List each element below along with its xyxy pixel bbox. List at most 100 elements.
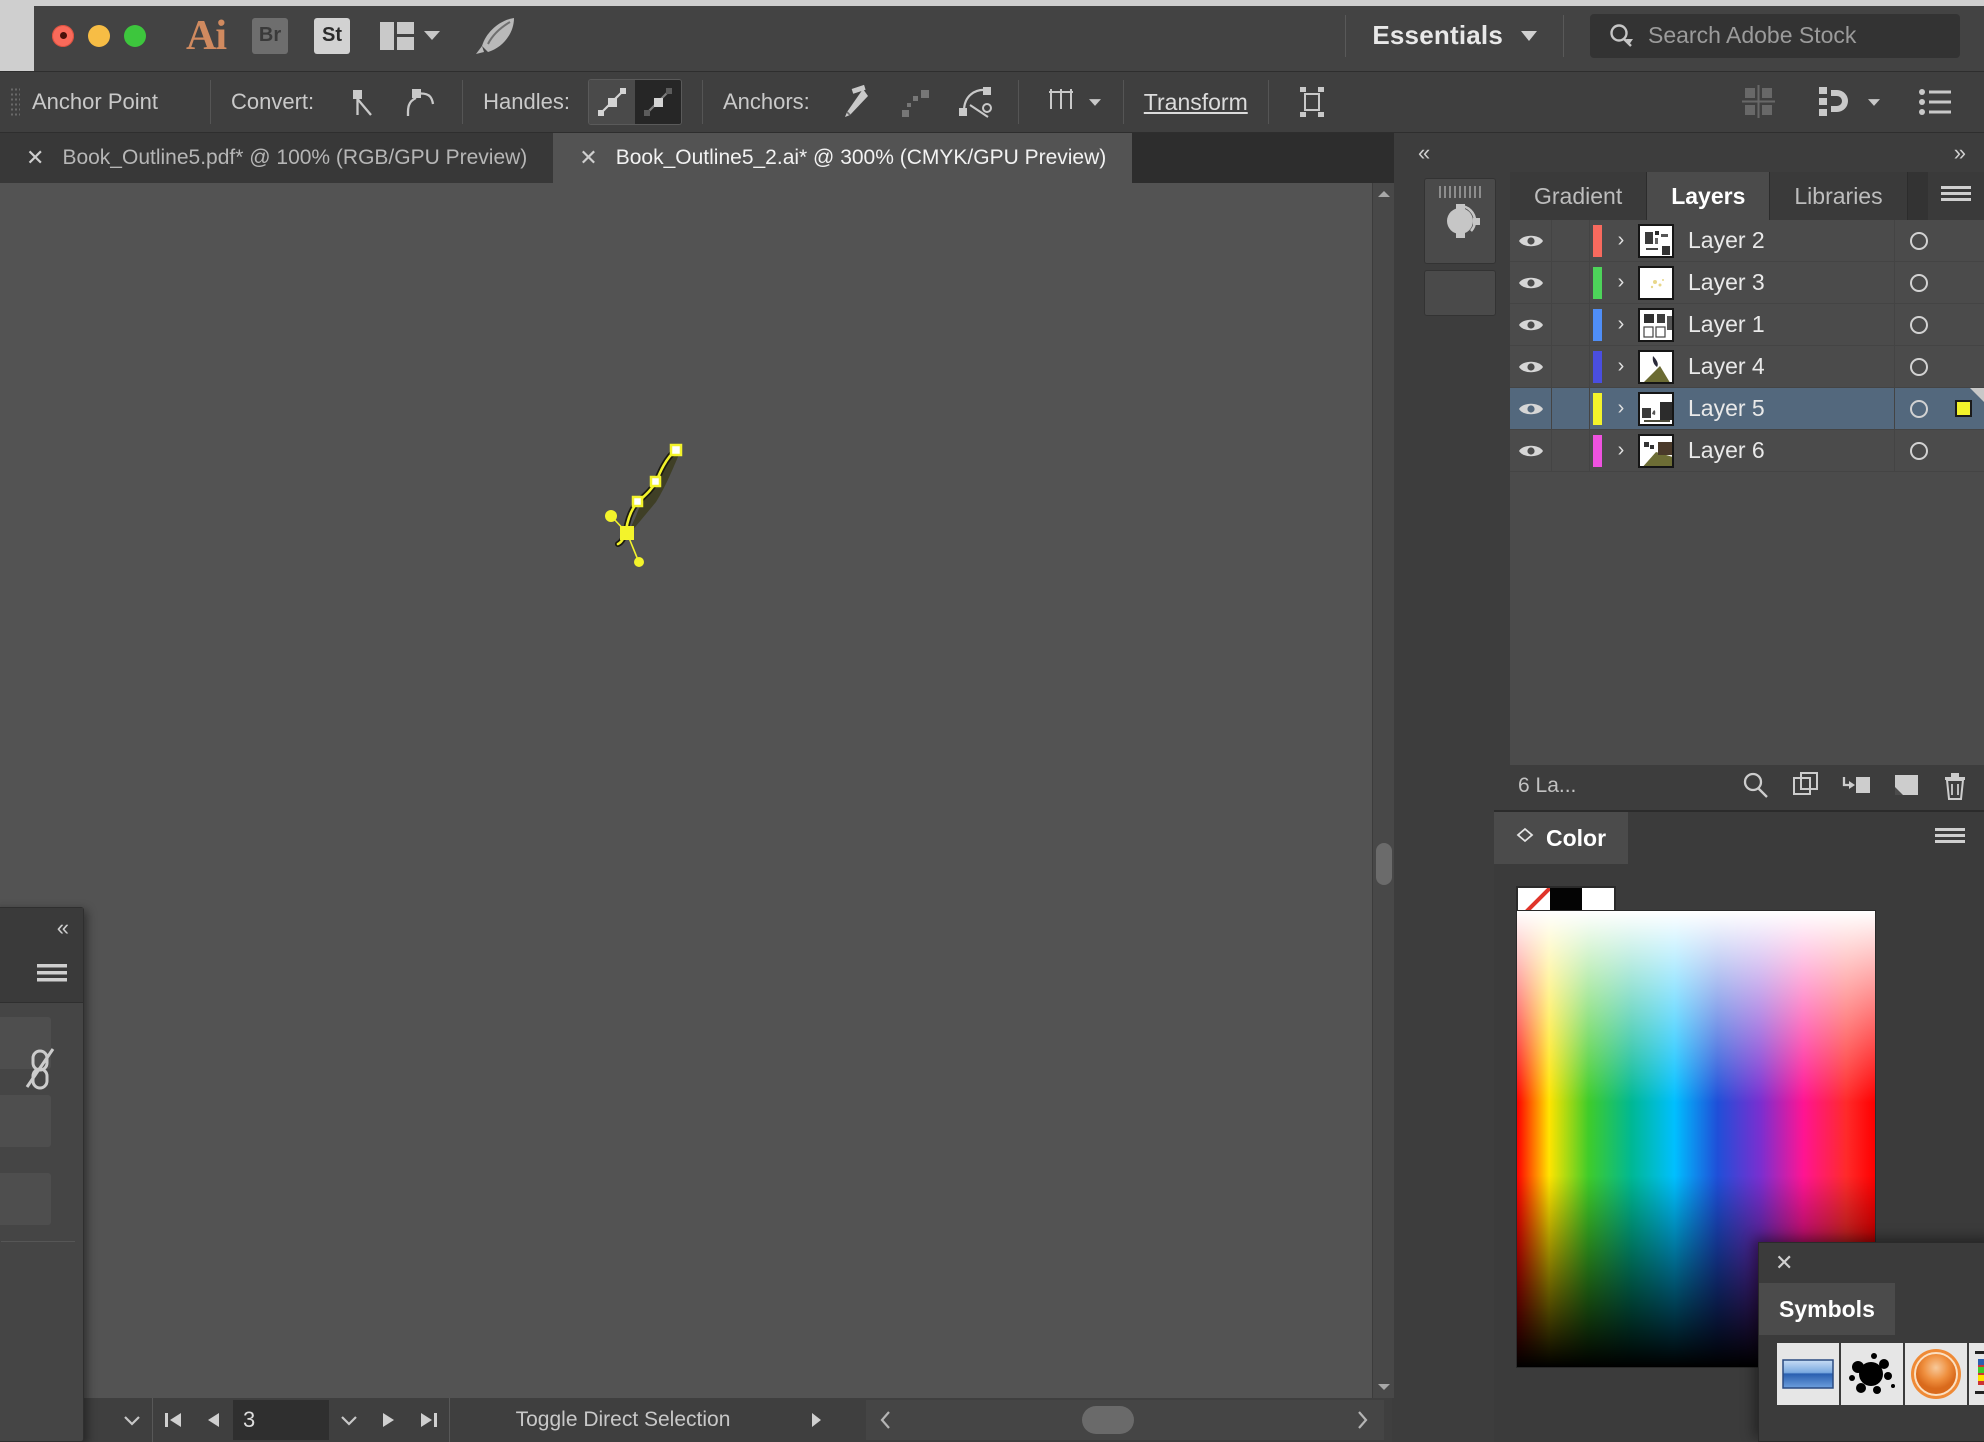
snap-to-glyph-icon[interactable] (1812, 79, 1858, 125)
layer-name[interactable]: Layer 6 (1688, 437, 1894, 464)
horizontal-scroll-thumb[interactable] (1082, 1406, 1134, 1434)
maximize-window-button[interactable] (124, 24, 146, 47)
options-bar-grip[interactable] (10, 87, 20, 117)
layer-lock-toggle[interactable] (1552, 345, 1590, 388)
left-panel-field-3[interactable] (0, 1173, 51, 1225)
layers-list[interactable]: › Layer 2 › Layer 3 › Layer 1 › Layer 4 … (1510, 219, 1984, 765)
tab-color[interactable]: Color (1494, 812, 1629, 864)
bridge-button[interactable]: Br (252, 17, 288, 54)
layer-visibility-toggle[interactable] (1510, 429, 1552, 472)
layer-name[interactable]: Layer 2 (1688, 227, 1894, 254)
scroll-up-arrow[interactable] (1373, 183, 1395, 205)
color-panel-menu-button[interactable] (1934, 826, 1984, 850)
close-icon[interactable]: ✕ (1775, 1250, 1793, 1276)
align-icon[interactable] (1736, 79, 1782, 125)
minimize-window-button[interactable] (88, 24, 110, 47)
scroll-left-arrow[interactable] (866, 1410, 906, 1430)
stock-button[interactable]: St (314, 17, 350, 54)
canvas-horizontal-scrollbar[interactable] (866, 1400, 1384, 1440)
left-floating-panel[interactable]: « (0, 907, 84, 1442)
search-input[interactable]: Search Adobe Stock (1648, 22, 1856, 49)
rocket-icon[interactable] (474, 16, 518, 56)
layer-expand-arrow[interactable]: › (1604, 388, 1638, 430)
left-panel-field-2[interactable] (0, 1095, 51, 1147)
close-icon[interactable]: ✕ (579, 145, 597, 171)
first-artboard-button[interactable] (153, 1398, 193, 1442)
artboard-number-input[interactable]: 3 (233, 1400, 329, 1440)
layer-name[interactable]: Layer 1 (1688, 311, 1894, 338)
layer-expand-arrow[interactable]: › (1604, 430, 1638, 472)
close-window-button[interactable] (52, 24, 74, 47)
layer-target-circle[interactable] (1894, 219, 1942, 262)
document-tab-1[interactable]: ✕ Book_Outline5.pdf* @ 100% (RGB/GPU Pre… (0, 133, 554, 183)
layer-expand-arrow[interactable]: › (1604, 262, 1638, 304)
symbols-grid[interactable] (1759, 1343, 1984, 1405)
layer-lock-toggle[interactable] (1552, 219, 1590, 262)
last-artboard-button[interactable] (409, 1398, 449, 1442)
convert-to-smooth-icon[interactable] (396, 79, 442, 125)
create-sublayer-icon[interactable] (1842, 771, 1872, 799)
orange-circle-symbol[interactable] (1905, 1343, 1967, 1405)
collapsed-panel-icon-group-2[interactable] (1424, 270, 1496, 316)
dock-collapse-icon[interactable]: « (1418, 140, 1430, 166)
scroll-right-arrow[interactable] (1340, 1410, 1384, 1430)
layer-name[interactable]: Layer 3 (1688, 269, 1894, 296)
status-menu-button[interactable] (796, 1398, 836, 1442)
table-row[interactable]: › Layer 3 (1510, 261, 1984, 304)
canvas-vertical-scrollbar[interactable] (1372, 183, 1394, 1398)
workspace-switcher[interactable]: Essentials (1372, 20, 1503, 51)
layer-visibility-toggle[interactable] (1510, 261, 1552, 304)
layer-lock-toggle[interactable] (1552, 303, 1590, 346)
symbols-scroll-preview[interactable] (1969, 1343, 1984, 1405)
bounding-box-icon[interactable] (1289, 79, 1335, 125)
artboard-dropdown-chevron[interactable] (329, 1398, 369, 1442)
zoom-level-chevron[interactable] (112, 1398, 152, 1442)
layer-target-circle[interactable] (1894, 429, 1942, 472)
table-row[interactable]: › Layer 6 (1510, 429, 1984, 472)
document-setup-list-icon[interactable] (1912, 79, 1958, 125)
locate-object-icon[interactable] (1742, 771, 1770, 799)
layer-visibility-toggle[interactable] (1510, 303, 1552, 346)
status-text[interactable]: Toggle Direct Selection (450, 1408, 796, 1432)
isolate-selected-object-icon[interactable] (1039, 79, 1085, 125)
layer-expand-arrow[interactable]: › (1604, 304, 1638, 346)
scroll-down-arrow[interactable] (1373, 1376, 1395, 1398)
layer-target-circle[interactable] (1894, 261, 1942, 304)
table-row[interactable]: › Layer 1 (1510, 303, 1984, 346)
tab-gradient[interactable]: Gradient (1510, 172, 1648, 220)
collapse-icon[interactable]: « (57, 915, 69, 941)
panel-menu-icon[interactable] (35, 962, 69, 988)
handles-button-group[interactable] (587, 79, 682, 125)
document-tab-2[interactable]: ✕ Book_Outline5_2.ai* @ 300% (CMYK/GPU P… (553, 133, 1133, 183)
add-anchor-pen-icon[interactable] (832, 79, 878, 125)
show-handles-button[interactable] (588, 80, 635, 124)
blue-rectangle-symbol[interactable] (1777, 1343, 1839, 1405)
table-row[interactable]: › Layer 5 (1510, 387, 1984, 430)
arrange-documents-icon[interactable] (380, 21, 440, 50)
layers-panel-menu-button[interactable] (1928, 172, 1984, 220)
chevron-down-icon[interactable] (1521, 30, 1537, 41)
convert-to-corner-icon[interactable] (336, 79, 382, 125)
layer-target-circle[interactable] (1894, 387, 1942, 430)
layer-lock-toggle[interactable] (1552, 261, 1590, 304)
remove-anchor-icon[interactable] (892, 79, 938, 125)
unlink-proportions-icon[interactable] (25, 1045, 55, 1091)
adobe-stock-search[interactable]: Search Adobe Stock (1590, 13, 1960, 58)
layer-lock-toggle[interactable] (1552, 429, 1590, 472)
tab-layers[interactable]: Layers (1647, 172, 1771, 220)
cut-path-at-anchor-icon[interactable] (952, 79, 998, 125)
layer-expand-arrow[interactable]: › (1604, 346, 1638, 388)
hide-handles-button[interactable] (634, 80, 681, 124)
layer-visibility-toggle[interactable] (1510, 387, 1552, 430)
collapsed-panel-icon-group[interactable] (1424, 178, 1496, 264)
selected-path-artwork[interactable] (600, 438, 720, 578)
close-icon[interactable]: ✕ (26, 145, 44, 171)
layer-target-circle[interactable] (1894, 303, 1942, 346)
chevron-down-icon[interactable] (1088, 98, 1101, 106)
dock-expand-icon[interactable]: » (1954, 140, 1966, 166)
chevron-down-icon-2[interactable] (1868, 98, 1880, 106)
layer-target-circle[interactable] (1894, 345, 1942, 388)
shape-builder-icon[interactable] (1437, 198, 1483, 244)
layer-visibility-toggle[interactable] (1510, 219, 1552, 262)
layer-lock-toggle[interactable] (1552, 387, 1590, 430)
